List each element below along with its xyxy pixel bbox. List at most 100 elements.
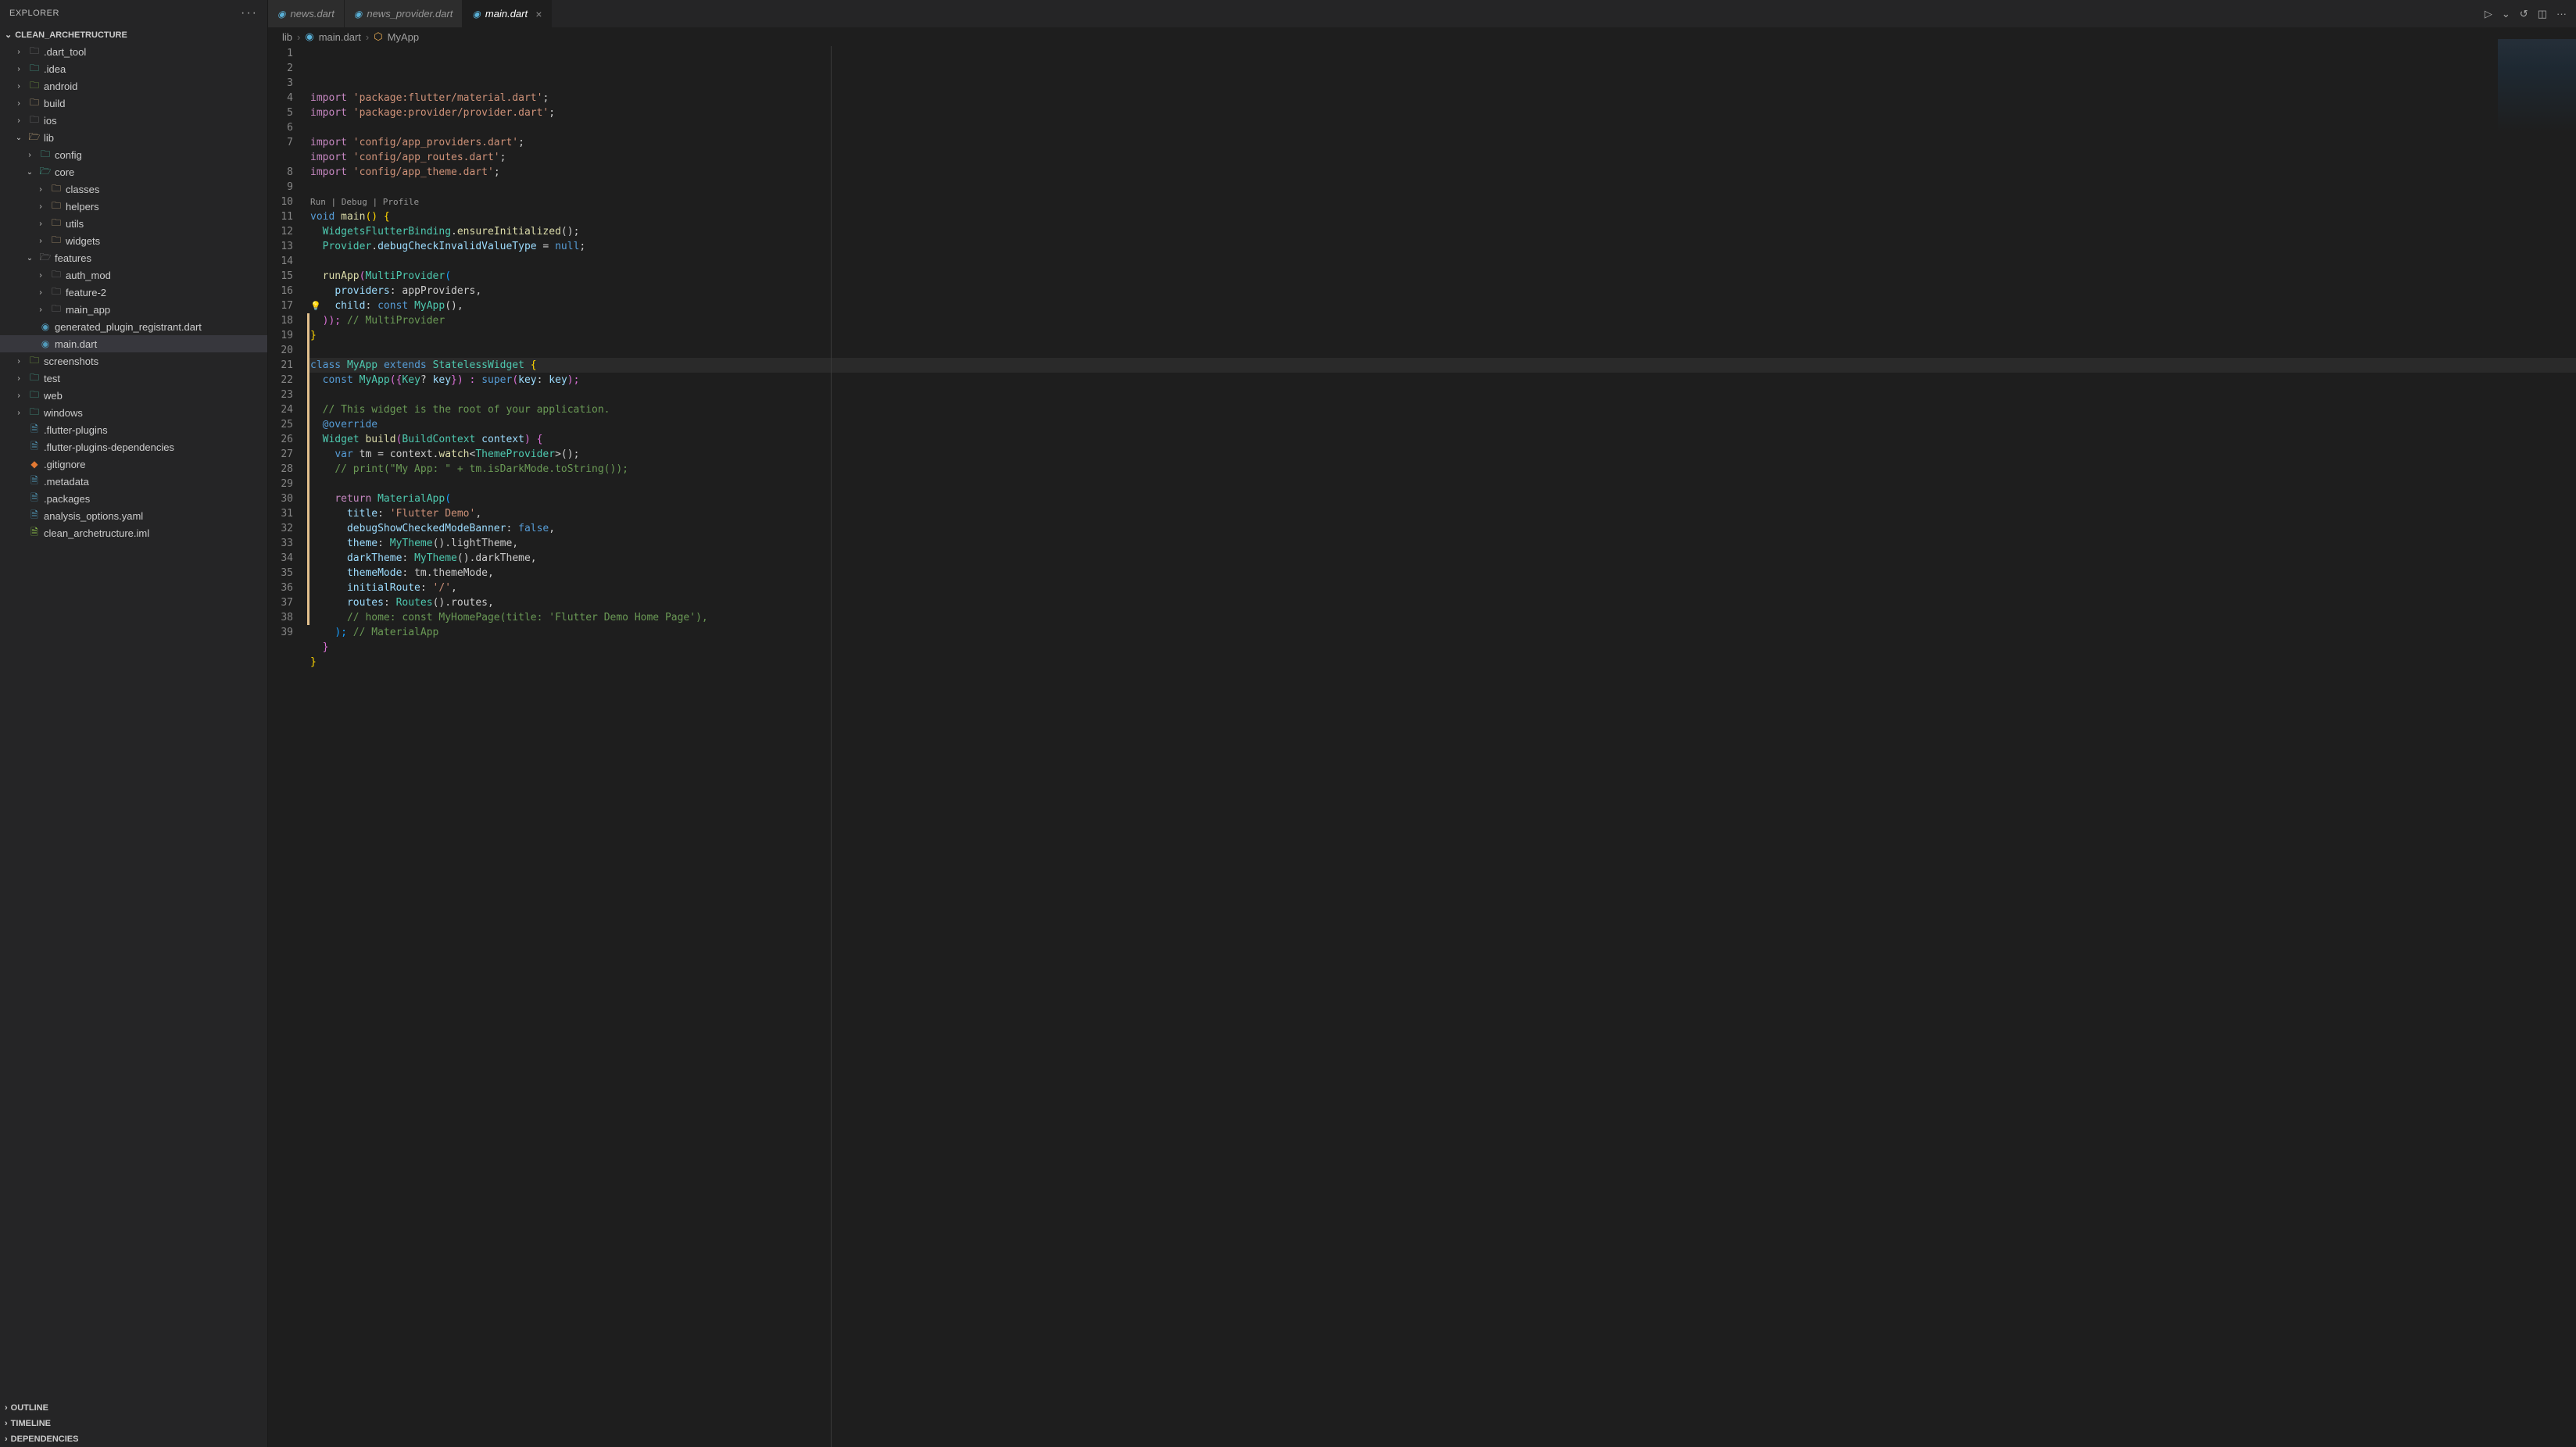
code-line[interactable]: Widget build(BuildContext context) { bbox=[307, 432, 2576, 447]
code-line[interactable] bbox=[307, 388, 2576, 402]
tab-news[interactable]: ◉ news.dart bbox=[268, 0, 345, 27]
folder-icon: 🗀 bbox=[50, 234, 63, 247]
code-line[interactable]: import 'package:flutter/material.dart'; bbox=[307, 91, 2576, 105]
code-line[interactable]: ); // MaterialApp bbox=[307, 625, 2576, 640]
explorer-more-icon[interactable]: ··· bbox=[241, 6, 258, 20]
folder-icon: 🗀 bbox=[39, 148, 52, 161]
code-line[interactable]: import 'config/app_theme.dart'; bbox=[307, 165, 2576, 180]
tree-item[interactable]: ›🗀android bbox=[0, 77, 267, 95]
tree-item[interactable]: ›🗀auth_mod bbox=[0, 266, 267, 284]
tree-item[interactable]: 🗎analysis_options.yaml bbox=[0, 507, 267, 524]
tree-item[interactable]: ◆.gitignore bbox=[0, 456, 267, 473]
tree-item[interactable]: ›🗀helpers bbox=[0, 198, 267, 215]
code-line[interactable] bbox=[307, 670, 2576, 684]
code-line[interactable]: var tm = context.watch<ThemeProvider>(); bbox=[307, 447, 2576, 462]
split-icon[interactable]: ◫ bbox=[2538, 8, 2547, 20]
code-line[interactable]: void main() { bbox=[307, 209, 2576, 224]
code-line[interactable]: import 'config/app_routes.dart'; bbox=[307, 150, 2576, 165]
code-line[interactable]: child: const MyApp(), bbox=[307, 298, 2576, 313]
more-icon[interactable]: ··· bbox=[2556, 8, 2567, 20]
code-content[interactable]: import 'package:flutter/material.dart';i… bbox=[307, 46, 2576, 1447]
code-line[interactable]: import 'config/app_providers.dart'; bbox=[307, 135, 2576, 150]
code-line[interactable] bbox=[307, 180, 2576, 195]
file-icon: 🗎 bbox=[28, 475, 41, 488]
tree-item[interactable]: ⌄🗁core bbox=[0, 163, 267, 180]
tree-item[interactable]: 🗎.packages bbox=[0, 490, 267, 507]
tree-item[interactable]: ›🗀web bbox=[0, 387, 267, 404]
code-line[interactable]: // home: const MyHomePage(title: 'Flutte… bbox=[307, 610, 2576, 625]
code-line[interactable]: class MyApp extends StatelessWidget { bbox=[307, 358, 2576, 373]
chevron-right-icon: › bbox=[34, 288, 47, 297]
class-icon: ⬡ bbox=[374, 30, 382, 43]
tree-item[interactable]: 🗎clean_archetructure.iml bbox=[0, 524, 267, 541]
code-editor[interactable]: 1234567891011121314151617181920212223242… bbox=[268, 46, 2576, 1447]
tree-item[interactable]: ›🗀widgets bbox=[0, 232, 267, 249]
lightbulb-icon[interactable]: 💡 bbox=[310, 298, 321, 313]
minimap[interactable] bbox=[2498, 39, 2576, 133]
codelens[interactable]: Run | Debug | Profile bbox=[307, 195, 2576, 209]
code-line[interactable]: } bbox=[307, 328, 2576, 343]
timeline-section[interactable]: › TIMELINE bbox=[0, 1416, 267, 1431]
git-icon: ◆ bbox=[28, 458, 41, 470]
tree-item[interactable]: ⌄🗁lib bbox=[0, 129, 267, 146]
code-line[interactable]: providers: appProviders, bbox=[307, 284, 2576, 298]
tree-item[interactable]: ›🗀utils bbox=[0, 215, 267, 232]
code-line[interactable]: routes: Routes().routes, bbox=[307, 595, 2576, 610]
tree-item[interactable]: ›🗀build bbox=[0, 95, 267, 112]
tree-item[interactable]: ›🗀.idea bbox=[0, 60, 267, 77]
code-line[interactable]: import 'package:provider/provider.dart'; bbox=[307, 105, 2576, 120]
code-line[interactable] bbox=[307, 477, 2576, 491]
tree-item[interactable]: 🗎.flutter-plugins-dependencies bbox=[0, 438, 267, 456]
code-line[interactable]: runApp(MultiProvider( bbox=[307, 269, 2576, 284]
tree-item[interactable]: ⌄🗁features bbox=[0, 249, 267, 266]
code-line[interactable]: initialRoute: '/', bbox=[307, 581, 2576, 595]
file-tree: ›🗀.dart_tool›🗀.idea›🗀android›🗀build›🗀ios… bbox=[0, 43, 267, 1400]
dependencies-section[interactable]: › DEPENDENCIES bbox=[0, 1431, 267, 1447]
chevron-right-icon: › bbox=[13, 391, 25, 400]
code-line[interactable]: @override bbox=[307, 417, 2576, 432]
code-line[interactable] bbox=[307, 254, 2576, 269]
tree-item[interactable]: ◉main.dart bbox=[0, 335, 267, 352]
code-line[interactable]: Provider.debugCheckInvalidValueType = nu… bbox=[307, 239, 2576, 254]
code-line[interactable]: return MaterialApp( bbox=[307, 491, 2576, 506]
code-line[interactable]: )); // MultiProvider bbox=[307, 313, 2576, 328]
tree-item[interactable]: ›🗀.dart_tool bbox=[0, 43, 267, 60]
code-line[interactable]: darkTheme: MyTheme().darkTheme, bbox=[307, 551, 2576, 566]
breadcrumb[interactable]: lib › ◉ main.dart › ⬡ MyApp bbox=[268, 27, 2576, 46]
code-line[interactable]: // print("My App: " + tm.isDarkMode.toSt… bbox=[307, 462, 2576, 477]
breadcrumb-file[interactable]: main.dart bbox=[319, 31, 361, 43]
run-dropdown-icon[interactable]: ⌄ bbox=[2502, 8, 2510, 20]
run-icon[interactable]: ▷ bbox=[2485, 8, 2492, 20]
code-line[interactable]: themeMode: tm.themeMode, bbox=[307, 566, 2576, 581]
code-line[interactable]: } bbox=[307, 640, 2576, 655]
tab-main[interactable]: ◉ main.dart × bbox=[463, 0, 552, 27]
tree-item[interactable]: ›🗀feature-2 bbox=[0, 284, 267, 301]
tree-item[interactable]: ›🗀ios bbox=[0, 112, 267, 129]
code-line[interactable]: title: 'Flutter Demo', bbox=[307, 506, 2576, 521]
code-line[interactable]: debugShowCheckedModeBanner: false, bbox=[307, 521, 2576, 536]
code-line[interactable]: WidgetsFlutterBinding.ensureInitialized(… bbox=[307, 224, 2576, 239]
tree-item[interactable]: ◉generated_plugin_registrant.dart bbox=[0, 318, 267, 335]
close-icon[interactable]: × bbox=[535, 8, 542, 20]
tree-item[interactable]: 🗎.flutter-plugins bbox=[0, 421, 267, 438]
code-line[interactable] bbox=[307, 120, 2576, 135]
file-icon: 🗎 bbox=[28, 423, 41, 436]
tree-item[interactable]: ›🗀classes bbox=[0, 180, 267, 198]
tree-item[interactable]: 🗎.metadata bbox=[0, 473, 267, 490]
code-line[interactable]: } bbox=[307, 655, 2576, 670]
breadcrumb-class[interactable]: MyApp bbox=[388, 31, 419, 43]
breadcrumb-lib[interactable]: lib bbox=[282, 31, 292, 43]
tree-item[interactable]: ›🗀windows bbox=[0, 404, 267, 421]
tab-news-provider[interactable]: ◉ news_provider.dart bbox=[345, 0, 463, 27]
code-line[interactable]: const MyApp({Key? key}) : super(key: key… bbox=[307, 373, 2576, 388]
code-line[interactable] bbox=[307, 343, 2576, 358]
tree-item[interactable]: ›🗀main_app bbox=[0, 301, 267, 318]
code-line[interactable]: // This widget is the root of your appli… bbox=[307, 402, 2576, 417]
tree-item[interactable]: ›🗀screenshots bbox=[0, 352, 267, 370]
outline-section[interactable]: › OUTLINE bbox=[0, 1400, 267, 1416]
project-section-header[interactable]: ⌄ CLEAN_ARCHETRUCTURE bbox=[0, 27, 267, 43]
tree-item[interactable]: ›🗀test bbox=[0, 370, 267, 387]
history-icon[interactable]: ↺ bbox=[2520, 8, 2528, 20]
code-line[interactable]: theme: MyTheme().lightTheme, bbox=[307, 536, 2576, 551]
tree-item[interactable]: ›🗀config bbox=[0, 146, 267, 163]
